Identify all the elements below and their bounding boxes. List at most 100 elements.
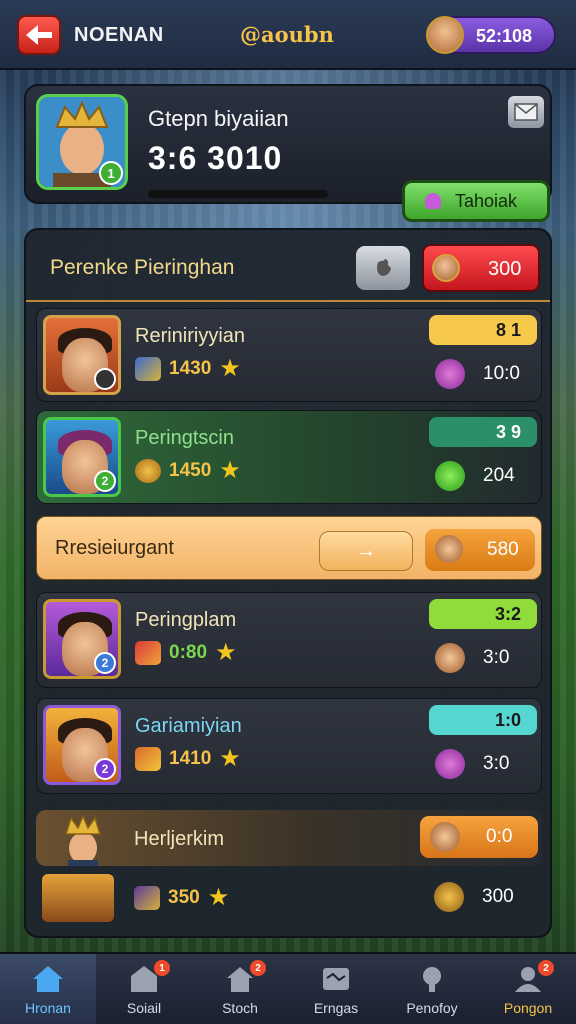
hand-icon xyxy=(377,259,391,276)
screen-title: NOENAN xyxy=(74,24,164,46)
leaderboard-row[interactable]: 2 Gariamiyian 1410 ★ 1:0 3:0 xyxy=(36,698,542,794)
banner-reward-button[interactable]: 580 xyxy=(425,529,535,571)
nav-label: Erngas xyxy=(313,1000,359,1016)
row-portrait: 2 xyxy=(43,417,121,497)
row-stat: 0:80 ★ xyxy=(135,641,237,665)
row-reward-value: 10:0 xyxy=(483,363,520,384)
header-reward-value: 300 xyxy=(488,258,522,280)
notification-badge: 2 xyxy=(538,960,554,976)
currency-pill[interactable]: 52:108 xyxy=(426,16,556,54)
row-reward-value: 3:0 xyxy=(483,647,510,668)
special-row[interactable]: Herljerkim 0:0 xyxy=(36,810,542,866)
row-stat-value: 350 xyxy=(168,887,200,908)
row-portrait: 2 xyxy=(43,705,121,785)
nav-home[interactable]: Hronan xyxy=(0,954,96,1024)
row-reward-value: 204 xyxy=(483,465,515,486)
nav-label: Stoch xyxy=(222,1000,258,1016)
row-reward: 3:0 xyxy=(429,745,537,781)
player-portrait: 1 xyxy=(36,94,128,190)
leaderboard-row[interactable]: 350 ★ 300 xyxy=(36,874,542,930)
bell-icon xyxy=(425,193,441,209)
promo-banner[interactable]: Rresieiurgant → 580 xyxy=(36,516,542,580)
shield-badge-icon xyxy=(94,368,116,390)
hero-icon xyxy=(435,643,465,673)
level-badge: 2 xyxy=(94,758,116,780)
header-reward-button[interactable]: 300 xyxy=(422,244,540,292)
nav-profile[interactable]: 2 Pongon xyxy=(480,954,576,1024)
filter-button[interactable] xyxy=(356,246,410,290)
star-icon: ★ xyxy=(207,884,230,911)
row-portrait xyxy=(42,874,114,922)
arrow-right-icon: → xyxy=(356,539,376,562)
coin-bag-icon xyxy=(135,459,161,483)
row-name: Reriniriyyian xyxy=(135,325,246,347)
leaderboard-panel: Perenke Pieringhan 300 Reriniriyyian 143… xyxy=(24,228,552,938)
row-name: Gariamiyian xyxy=(135,715,242,737)
mail-icon xyxy=(514,103,538,121)
hero-icon xyxy=(435,535,463,563)
level-badge: 1 xyxy=(99,161,123,185)
level-badge: 2 xyxy=(94,470,116,492)
trophy-icon xyxy=(434,882,464,912)
special-name: Herljerkim xyxy=(134,828,224,850)
events-icon xyxy=(323,968,349,990)
row-name: Peringplam xyxy=(135,609,237,631)
row-portrait: 2 xyxy=(43,599,121,679)
card-icon xyxy=(134,886,160,910)
leaderboard-row[interactable]: 2 Peringtscin 1450 ★ 3 9 204 xyxy=(36,410,542,504)
row-stat: 1410 ★ xyxy=(135,747,241,771)
leaderboard-row[interactable]: 2 Peringplam 0:80 ★ 3:2 3:0 xyxy=(36,592,542,688)
home-icon xyxy=(33,966,63,992)
row-score: 8 1 xyxy=(429,315,537,345)
trophy-icon xyxy=(430,822,460,852)
notification-badge: 2 xyxy=(250,960,266,976)
row-stat: 1450 ★ xyxy=(135,459,241,483)
banner-text: Rresieiurgant xyxy=(55,537,174,559)
nav-store[interactable]: 2 Stoch xyxy=(192,954,288,1024)
action-button[interactable]: Tahoiak xyxy=(402,180,550,222)
progress-bar xyxy=(148,190,328,198)
row-stat-value: 1430 xyxy=(169,358,212,379)
mail-button[interactable] xyxy=(508,96,544,128)
game-logo: @aoubn xyxy=(240,22,334,47)
currency-value: 52:108 xyxy=(476,26,533,46)
nav-label: Soiail xyxy=(126,1000,162,1016)
nav-events[interactable]: Erngas xyxy=(288,954,384,1024)
player-score: 3:6 3010 xyxy=(148,140,283,176)
row-stat-value: 1450 xyxy=(169,460,212,481)
card-icon xyxy=(135,641,161,665)
crowned-hero-icon xyxy=(64,814,102,866)
row-reward: 3:0 xyxy=(429,639,537,675)
row-score: 3:2 xyxy=(429,599,537,629)
row-reward: 10:0 xyxy=(429,355,537,391)
star-icon: ★ xyxy=(219,355,241,382)
star-icon: ★ xyxy=(219,745,241,772)
banner-arrow-button[interactable]: → xyxy=(319,531,413,571)
row-score: 3 9 xyxy=(429,417,537,447)
hero-icon xyxy=(432,254,460,282)
leaderboard-header: Perenke Pieringhan 300 xyxy=(26,230,550,302)
card-icon xyxy=(135,747,161,771)
player-avatar-icon xyxy=(426,16,464,54)
green-gem-icon xyxy=(435,461,465,491)
nav-trophy[interactable]: Penofoy xyxy=(384,954,480,1024)
player-name: Gtepn biyaiian xyxy=(148,106,289,131)
nav-social[interactable]: 1 Soiail xyxy=(96,954,192,1024)
row-stat: 350 ★ xyxy=(134,886,229,910)
trophy-icon xyxy=(423,967,441,992)
row-reward: 300 xyxy=(428,878,536,914)
leaderboard-title: Perenke Pieringhan xyxy=(50,256,235,279)
star-icon: ★ xyxy=(215,639,237,666)
star-icon: ★ xyxy=(219,457,241,484)
row-stat-value: 0:80 xyxy=(169,642,208,663)
nav-label: Hronan xyxy=(25,1000,71,1016)
level-badge: 2 xyxy=(94,652,116,674)
nav-label: Penofoy xyxy=(406,1000,458,1016)
special-reward-button[interactable]: 0:0 xyxy=(420,816,538,858)
top-bar: NOENAN @aoubn 52:108 xyxy=(0,0,576,70)
row-score: 1:0 xyxy=(429,705,537,735)
row-reward: 204 xyxy=(429,457,537,493)
row-stat: 1430 ★ xyxy=(135,357,241,381)
back-button[interactable] xyxy=(17,15,61,55)
leaderboard-row[interactable]: Reriniriyyian 1430 ★ 8 1 10:0 xyxy=(36,308,542,402)
